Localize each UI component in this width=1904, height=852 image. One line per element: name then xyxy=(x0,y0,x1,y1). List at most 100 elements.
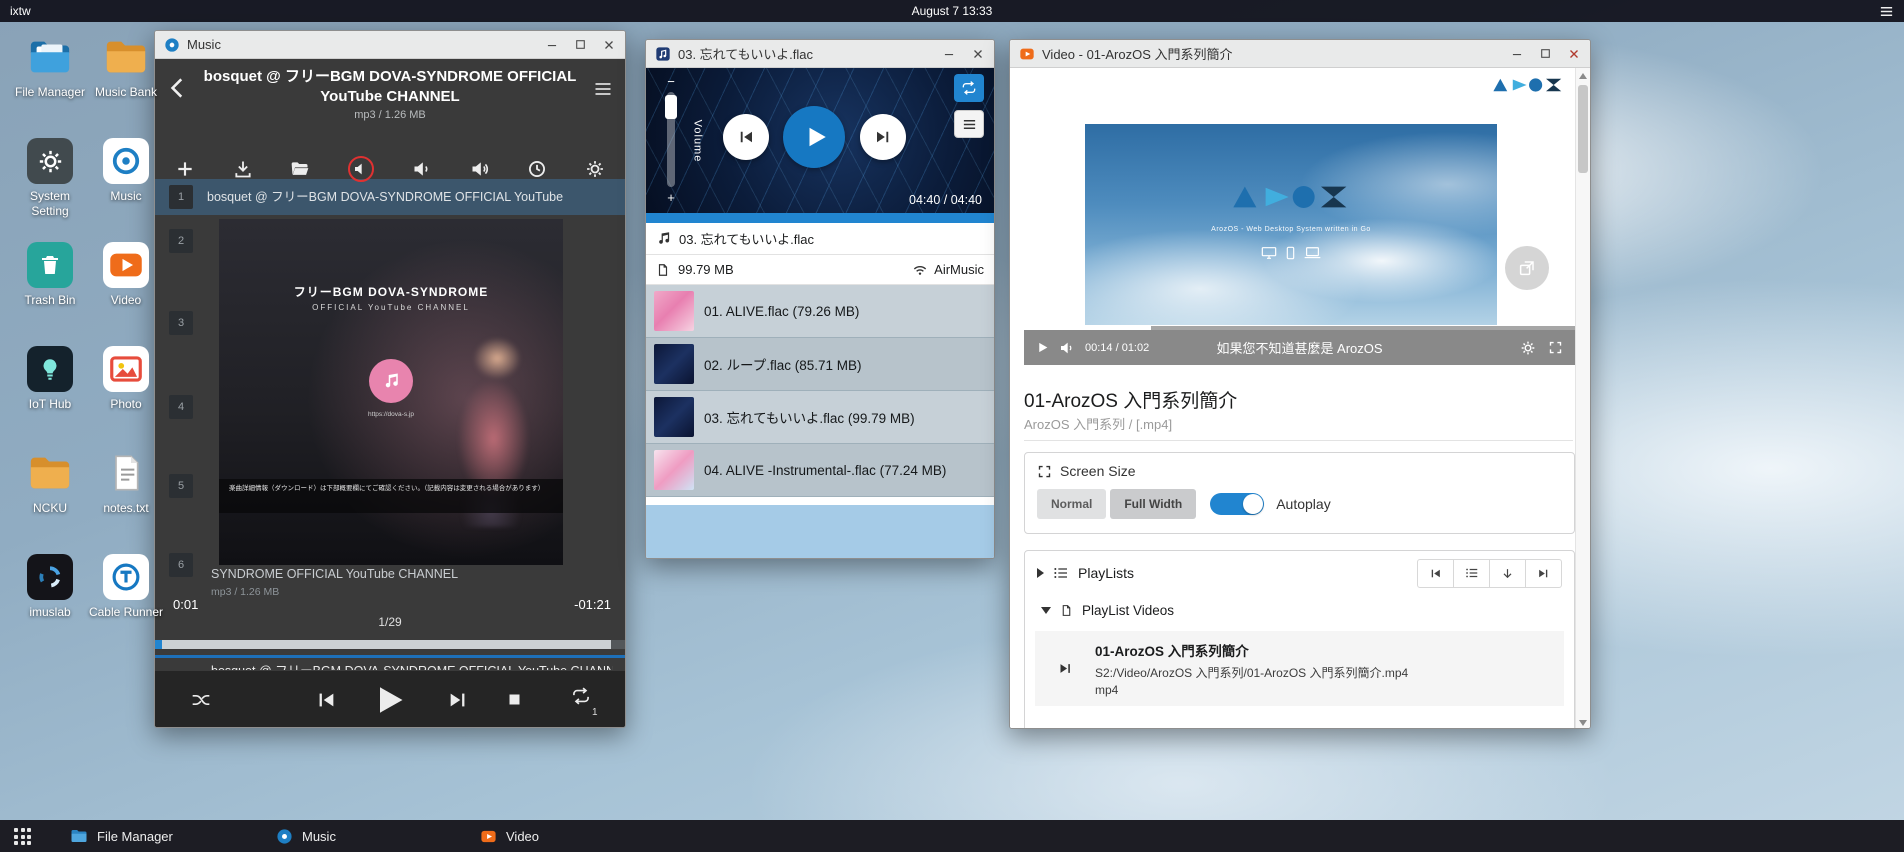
desktop-icon-ncku[interactable]: NCKU xyxy=(12,450,88,554)
maximize-button[interactable] xyxy=(574,38,587,51)
desktop-icon-video[interactable]: Video xyxy=(88,242,164,346)
desktop-icon-photo[interactable]: Photo xyxy=(88,346,164,450)
minimize-button[interactable] xyxy=(942,47,956,61)
playlist-menu-button[interactable] xyxy=(954,110,984,138)
shuffle-button[interactable] xyxy=(191,690,211,710)
previous-button[interactable] xyxy=(723,114,769,160)
toggle-knob xyxy=(1243,494,1263,514)
video-settings-button[interactable] xyxy=(1520,340,1536,356)
desktop-icon-imuslab[interactable]: imuslab xyxy=(12,554,88,658)
caret-right-icon[interactable] xyxy=(1037,568,1044,578)
desktop-icon-file-manager[interactable]: File Manager xyxy=(12,34,88,138)
playlist-item[interactable]: 02. ループ.flac (85.71 MB) xyxy=(646,338,994,391)
video-app-icon xyxy=(480,828,497,845)
volume-high-button[interactable] xyxy=(470,159,490,179)
seek-bar[interactable] xyxy=(155,640,625,649)
open-folder-button[interactable] xyxy=(290,159,310,179)
previous-button[interactable] xyxy=(315,689,337,711)
scrollbar-thumb[interactable] xyxy=(1578,85,1588,173)
now-playing-name: 03. 忘れてもいいよ.flac xyxy=(679,229,814,248)
history-button[interactable] xyxy=(527,159,547,179)
file-icon xyxy=(656,263,670,277)
maximize-button[interactable] xyxy=(1539,47,1552,60)
play-button[interactable] xyxy=(1036,341,1049,354)
fullscreen-button[interactable] xyxy=(1548,340,1563,356)
music-note-icon xyxy=(656,231,671,246)
stop-button[interactable] xyxy=(507,692,522,707)
scroll-up-button[interactable] xyxy=(1576,68,1590,83)
music-window-titlebar[interactable]: Music xyxy=(155,31,625,59)
download-video-button[interactable] xyxy=(1489,559,1526,588)
playlist-item[interactable]: 01. ALIVE.flac (79.26 MB) xyxy=(646,285,994,338)
menu-icon[interactable] xyxy=(593,79,613,99)
video-screen[interactable]: ArozOS - Web Desktop System written in G… xyxy=(1085,124,1497,325)
track-number: 1 xyxy=(169,185,193,209)
close-button[interactable] xyxy=(1567,47,1581,61)
album-thumbnail xyxy=(654,397,694,437)
playlist-video-item[interactable]: 01-ArozOS 入門系列簡介 S2:/Video/ArozOS 入門系列/0… xyxy=(1035,631,1564,706)
minimize-button[interactable] xyxy=(1510,47,1524,61)
playlist-item-label: 02. ループ.flac (85.71 MB) xyxy=(704,354,862,374)
scroll-down-button[interactable] xyxy=(1576,715,1590,729)
volume-knob[interactable] xyxy=(665,95,677,119)
desktop-icon-cable-runner[interactable]: Cable Runner xyxy=(88,554,164,658)
previous-video-button[interactable] xyxy=(1417,559,1454,588)
topbar-menu-icon[interactable] xyxy=(1879,4,1894,19)
seek-bar[interactable] xyxy=(646,213,994,223)
art-logo-circle xyxy=(369,359,413,403)
download-button[interactable] xyxy=(233,159,253,179)
playlist-item-title: 01-ArozOS 入門系列簡介 xyxy=(1095,640,1408,660)
screen-size-icon xyxy=(1037,464,1052,479)
caret-down-icon[interactable] xyxy=(1041,607,1051,614)
volume-track[interactable] xyxy=(667,92,675,187)
repeat-button[interactable] xyxy=(571,686,591,706)
folder-icon xyxy=(103,34,149,80)
repeat-button[interactable] xyxy=(954,74,984,102)
settings-button[interactable] xyxy=(585,159,605,179)
selection-highlight xyxy=(155,655,625,658)
playlist-item-ext: mp4 xyxy=(1095,683,1408,697)
play-button[interactable] xyxy=(783,106,845,168)
music-window: Music bosquet @ フリーBGM DOVA-SYNDROME OFF… xyxy=(154,30,626,728)
volume-low-button[interactable] xyxy=(412,159,432,179)
normal-size-button[interactable]: Normal xyxy=(1037,489,1106,519)
volume-button[interactable] xyxy=(1059,340,1075,356)
taskbar-item-label: Video xyxy=(506,829,539,844)
close-button[interactable] xyxy=(971,47,985,61)
next-button[interactable] xyxy=(447,689,469,711)
scrollbar[interactable] xyxy=(1575,68,1590,729)
playlist-item[interactable]: 04. ALIVE -Instrumental-.flac (77.24 MB) xyxy=(646,444,994,497)
popout-button[interactable] xyxy=(1505,246,1549,290)
minimize-button[interactable] xyxy=(545,38,559,52)
desktop-icon-trash-bin[interactable]: Trash Bin xyxy=(12,242,88,346)
back-button[interactable] xyxy=(165,75,191,101)
volume-minus-label: − xyxy=(667,74,675,89)
play-button[interactable] xyxy=(371,682,407,718)
taskbar-item-music[interactable]: Music xyxy=(276,820,336,852)
playlist-item-label: 01. ALIVE.flac (79.26 MB) xyxy=(704,304,859,319)
playlist-toggle-button[interactable] xyxy=(1453,559,1490,588)
playlist-item-label: 04. ALIVE -Instrumental-.flac (77.24 MB) xyxy=(704,463,946,478)
playlist-item[interactable]: 03. 忘れてもいいよ.flac (99.79 MB) xyxy=(646,391,994,444)
cable-runner-icon xyxy=(103,554,149,600)
desktop-icon-notes-txt[interactable]: notes.txt xyxy=(88,450,164,554)
next-video-button[interactable] xyxy=(1525,559,1562,588)
next-button[interactable] xyxy=(860,114,906,160)
full-width-button[interactable]: Full Width xyxy=(1110,489,1196,519)
desktop-icon-system-setting[interactable]: System Setting xyxy=(12,138,88,242)
autoplay-toggle[interactable] xyxy=(1210,493,1264,515)
add-button[interactable] xyxy=(175,159,195,179)
video-watermark-text: ArozOS - Web Desktop System written in G… xyxy=(1085,226,1497,233)
taskbar-item-file-manager[interactable]: File Manager xyxy=(70,820,173,852)
close-button[interactable] xyxy=(602,38,616,52)
mute-button[interactable] xyxy=(348,156,374,182)
video-window-titlebar[interactable]: Video - 01-ArozOS 入門系列簡介 xyxy=(1010,40,1590,68)
desktop-icon-iot-hub[interactable]: IoT Hub xyxy=(12,346,88,450)
desktop-icon-music-bank[interactable]: Music Bank xyxy=(88,34,164,138)
device-icons xyxy=(1085,246,1497,260)
volume-slider[interactable]: − + xyxy=(658,74,684,205)
taskbar-item-video[interactable]: Video xyxy=(480,820,539,852)
apps-menu-button[interactable] xyxy=(14,828,31,845)
flac-window-titlebar[interactable]: 03. 忘れてもいいよ.flac xyxy=(646,40,994,68)
desktop-icon-music[interactable]: Music xyxy=(88,138,164,242)
